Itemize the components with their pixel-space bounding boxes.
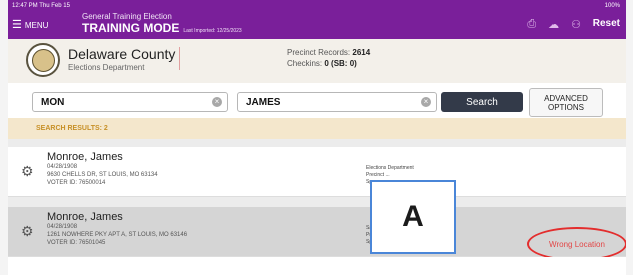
first-name-input[interactable]: JAMES × [237, 92, 437, 112]
device-screen: 12:47 PM Thu Feb 15 100% ☰ MENU General … [8, 0, 626, 275]
last-imported-label: Last Imported: 12/25/2023 [183, 28, 242, 34]
precinct-records-value: 2614 [352, 48, 371, 57]
cloud-upload-icon[interactable]: ☁ [548, 18, 559, 31]
screen-frame: 12:47 PM Thu Feb 15 100% ☰ MENU General … [0, 0, 633, 275]
bottom-strip [8, 257, 626, 275]
voter-name: Monroe, James [47, 151, 123, 163]
hamburger-icon: ☰ [12, 19, 22, 31]
users-sync-icon[interactable]: ⚇ [571, 18, 581, 31]
voter-id: VOTER ID: 76500014 [47, 180, 106, 186]
printer-icon[interactable]: ⎙ [527, 18, 536, 31]
menu-button[interactable]: ☰ MENU [12, 19, 49, 31]
last-name-value: MON [41, 97, 65, 108]
menu-label: MENU [24, 21, 49, 30]
advanced-options-line2: OPTIONS [547, 102, 584, 112]
advanced-options-button[interactable]: ADVANCED OPTIONS [529, 88, 603, 117]
gear-icon[interactable]: ⚙ [21, 163, 34, 180]
header-icons: ⎙ ☁ ⚇ [527, 18, 581, 31]
voter-side-line2: Precinct ... [366, 172, 390, 178]
first-name-value: JAMES [246, 97, 281, 108]
last-name-input[interactable]: MON × [32, 92, 228, 112]
county-info-bar: Delaware County Elections Department Pre… [8, 39, 626, 84]
checkins: Checkins: 0 (SB: 0) [287, 59, 357, 68]
battery-indicator: 100% [604, 3, 620, 9]
checkins-value: 0 (SB: 0) [324, 59, 357, 68]
app-header: 12:47 PM Thu Feb 15 100% ☰ MENU General … [8, 0, 626, 39]
voter-side-line1: Elections Department [366, 165, 414, 171]
clear-first-name-icon[interactable]: × [421, 97, 431, 107]
voter-dob: 04/28/1908 [47, 224, 78, 230]
county-name: Delaware County [68, 46, 176, 62]
search-results-label: SEARCH RESULTS: 2 [36, 125, 108, 132]
reset-button[interactable]: Reset [593, 18, 620, 29]
training-mode-row: TRAINING MODE Last Imported: 12/25/2023 [82, 22, 242, 35]
search-button[interactable]: Search [441, 92, 523, 112]
voter-id: VOTER ID: 76501045 [47, 240, 106, 246]
advanced-options-line1: ADVANCED [544, 93, 588, 103]
voter-address: 1261 NOWHERE PKY APT A, ST LOUIS, MO 631… [47, 232, 188, 238]
status-time: 12:47 PM Thu Feb 15 [12, 3, 70, 9]
county-divider [179, 47, 180, 70]
training-mode-label: TRAINING MODE [82, 21, 180, 35]
voter-row[interactable]: ⚙ Monroe, James 04/28/1908 9630 CHELLS D… [8, 147, 626, 197]
precinct-records-label: Precinct Records: [287, 48, 351, 57]
clear-last-name-icon[interactable]: × [212, 97, 222, 107]
voter-address: 9630 CHELLS DR, ST LOUIS, MO 63134 [47, 172, 158, 178]
gear-icon[interactable]: ⚙ [21, 223, 34, 240]
department-name: Elections Department [68, 63, 145, 72]
annotation-label-a: A [370, 180, 456, 254]
search-results-bar: SEARCH RESULTS: 2 [8, 118, 626, 139]
voter-dob: 04/28/1908 [47, 164, 78, 170]
checkins-label: Checkins: [287, 59, 323, 68]
precinct-records: Precinct Records: 2614 [287, 48, 370, 57]
county-seal-icon [26, 43, 60, 77]
search-row: MON × JAMES × Search ADVANCED OPTIONS [8, 83, 626, 119]
election-header: General Training Election TRAINING MODE … [82, 12, 242, 35]
voter-name: Monroe, James [47, 211, 123, 223]
wrong-location-badge: Wrong Location [527, 227, 626, 261]
